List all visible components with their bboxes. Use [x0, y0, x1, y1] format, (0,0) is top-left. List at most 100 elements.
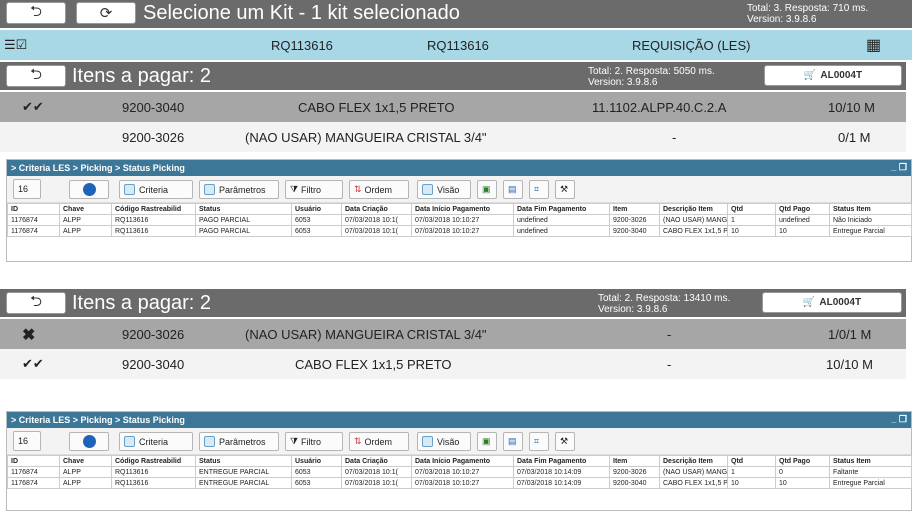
items-header-1: ⮌ Itens a pagar: 2 Total: 2. Resposta: 5… [0, 62, 906, 90]
column-header[interactable]: Código Rastreabilid [111, 203, 196, 215]
table-row[interactable]: 1176874 ALPP RQ113616 PAGO PARCIAL 6053 07/03… [7, 214, 912, 226]
list-item[interactable]: ✔✔ 9200-3040 CABO FLEX 1x1,5 PRETO 11.11… [0, 92, 906, 122]
code-button[interactable]: ⌗ [529, 432, 549, 451]
save-button[interactable]: ▤ [503, 180, 523, 199]
column-header[interactable]: Descrição Item [659, 203, 728, 215]
column-header[interactable]: Qtd Pago [775, 203, 830, 215]
table-cell: Faltante [829, 466, 912, 478]
response-info: Total: 3. Resposta: 710 ms. Version: 3.9… [747, 3, 869, 25]
list-check-icon[interactable]: ☰☑ [4, 37, 27, 53]
table-row[interactable]: 1176874 ALPP RQ113616 PAGO PARCIAL 6053 07/03… [7, 225, 912, 237]
cart-button[interactable]: 🛒 AL0004T [762, 292, 902, 313]
refresh-button[interactable]: ⟳ [76, 2, 136, 24]
requisition-id: RQ113616 [427, 38, 489, 53]
play-icon [82, 183, 96, 196]
column-header[interactable]: ID [7, 455, 60, 467]
column-header[interactable]: Data Criação [341, 203, 412, 215]
cart-button[interactable]: 🛒 AL0004T [764, 65, 902, 86]
boxes-icon[interactable]: ▦ [866, 35, 881, 55]
list-item[interactable]: 9200-3026 (NAO USAR) MANGUEIRA CRISTAL 3… [0, 122, 906, 152]
column-header[interactable]: Código Rastreabilid [111, 455, 196, 467]
page-size-stepper[interactable]: 16 [13, 179, 41, 199]
run-button[interactable] [69, 180, 109, 199]
refresh-icon: ⟳ [99, 5, 113, 22]
order-button[interactable]: ⇅ Ordem [349, 180, 409, 199]
column-header[interactable]: Qtd [727, 203, 776, 215]
column-header[interactable]: Chave [59, 455, 112, 467]
table-header-row: ID Chave Código Rastreabilid Status Usuário D… [7, 455, 912, 467]
table-cell: undefined [513, 225, 610, 237]
table-row[interactable]: 1176874 ALPP RQ113616 ENTREGUE PARCIAL 6053 0… [7, 477, 912, 489]
table-cell: 9200-3040 [609, 477, 660, 489]
back-button[interactable]: ⮌ [6, 2, 66, 24]
table-cell: 9200-3026 [609, 214, 660, 226]
view-button[interactable]: Visão [417, 432, 471, 451]
table-cell: RQ113616 [111, 225, 196, 237]
list-item[interactable]: ✖ 9200-3026 (NAO USAR) MANGUEIRA CRISTAL… [0, 319, 906, 349]
order-button[interactable]: ⇅ Ordem [349, 432, 409, 451]
criteria-button[interactable]: Criteria [119, 180, 193, 199]
column-header[interactable]: Usuário [291, 455, 342, 467]
column-header[interactable]: ID [7, 203, 60, 215]
sort-icon: ⇅ [354, 436, 362, 446]
column-header[interactable]: Data Fim Pagamento [513, 203, 610, 215]
filter-icon: ⧩ [290, 436, 299, 446]
items-title: Itens a pagar: 2 [72, 292, 211, 314]
table-cell: 10 [775, 225, 830, 237]
column-header[interactable]: Data Início Pagamento [411, 455, 514, 467]
save-button[interactable]: ▤ [503, 432, 523, 451]
tool-button[interactable]: ⚒ [555, 180, 575, 199]
params-button[interactable]: Parâmetros [199, 180, 279, 199]
table-cell: PAGO PARCIAL [195, 214, 292, 226]
page-size-stepper[interactable]: 16 [13, 431, 41, 451]
column-header[interactable]: Status Item [829, 455, 912, 467]
column-header[interactable]: Chave [59, 203, 112, 215]
column-header[interactable]: Item [609, 203, 660, 215]
params-button[interactable]: Parâmetros [199, 432, 279, 451]
column-header[interactable]: Qtd Pago [775, 455, 830, 467]
table-cell: 10 [775, 477, 830, 489]
column-header[interactable]: Data Criação [341, 455, 412, 467]
column-header[interactable]: Usuário [291, 203, 342, 215]
items-back-button[interactable]: ⮌ [6, 292, 66, 314]
items-back-button[interactable]: ⮌ [6, 65, 66, 87]
check-icon: ✔✔ [22, 356, 44, 371]
column-header[interactable]: Data Início Pagamento [411, 203, 514, 215]
table-cell: 07/03/2018 10:10:27 [411, 225, 514, 237]
table-cell: 6053 [291, 214, 342, 226]
table-cell: 07/03/2018 10:1( [341, 225, 412, 237]
requisition-code: RQ113616 [271, 38, 333, 53]
items-response-info: Total: 2. Resposta: 13410 ms. Version: 3… [598, 293, 731, 315]
column-header[interactable]: Status [195, 203, 292, 215]
column-header[interactable]: Qtd [727, 455, 776, 467]
tool-button[interactable]: ⚒ [555, 432, 575, 451]
code-button[interactable]: ⌗ [529, 180, 549, 199]
filter-button[interactable]: ⧩ Filtro [285, 432, 343, 451]
wrench-icon: ⚒ [560, 184, 569, 194]
view-button[interactable]: Visão [417, 180, 471, 199]
items-header-2: ⮌ Itens a pagar: 2 Total: 2. Resposta: 1… [0, 289, 906, 317]
table-cell: 07/03/2018 10:1( [341, 477, 412, 489]
table-cell: (NAO USAR) MANGU [659, 214, 728, 226]
back-arrow-icon: ⮌ [29, 292, 42, 310]
column-header[interactable]: Item [609, 455, 660, 467]
column-header[interactable]: Status Item [829, 203, 912, 215]
filter-button[interactable]: ⧩ Filtro [285, 180, 343, 199]
table-cell: RQ113616 [111, 214, 196, 226]
table-cell: CABO FLEX 1x1,5 P [659, 477, 728, 489]
table-header-row: ID Chave Código Rastreabilid Status Usuário D… [7, 203, 912, 215]
column-header[interactable]: Data Fim Pagamento [513, 455, 610, 467]
table-cell: ENTREGUE PARCIAL [195, 477, 292, 489]
list-item[interactable]: ✔✔ 9200-3040 CABO FLEX 1x1,5 PRETO - 10/… [0, 349, 906, 379]
column-header[interactable]: Descrição Item [659, 455, 728, 467]
cart-icon: 🛒 [803, 70, 817, 81]
criteria-button[interactable]: Criteria [119, 432, 193, 451]
run-button[interactable] [69, 432, 109, 451]
criteria-icon [124, 184, 135, 195]
window-controls-icon[interactable]: _ ❐ [891, 414, 907, 425]
export-button[interactable]: ▣ [477, 180, 497, 199]
column-header[interactable]: Status [195, 455, 292, 467]
window-controls-icon[interactable]: _ ❐ [891, 162, 907, 173]
table-row[interactable]: 1176874 ALPP RQ113616 ENTREGUE PARCIAL 6053 0… [7, 466, 912, 478]
export-button[interactable]: ▣ [477, 432, 497, 451]
